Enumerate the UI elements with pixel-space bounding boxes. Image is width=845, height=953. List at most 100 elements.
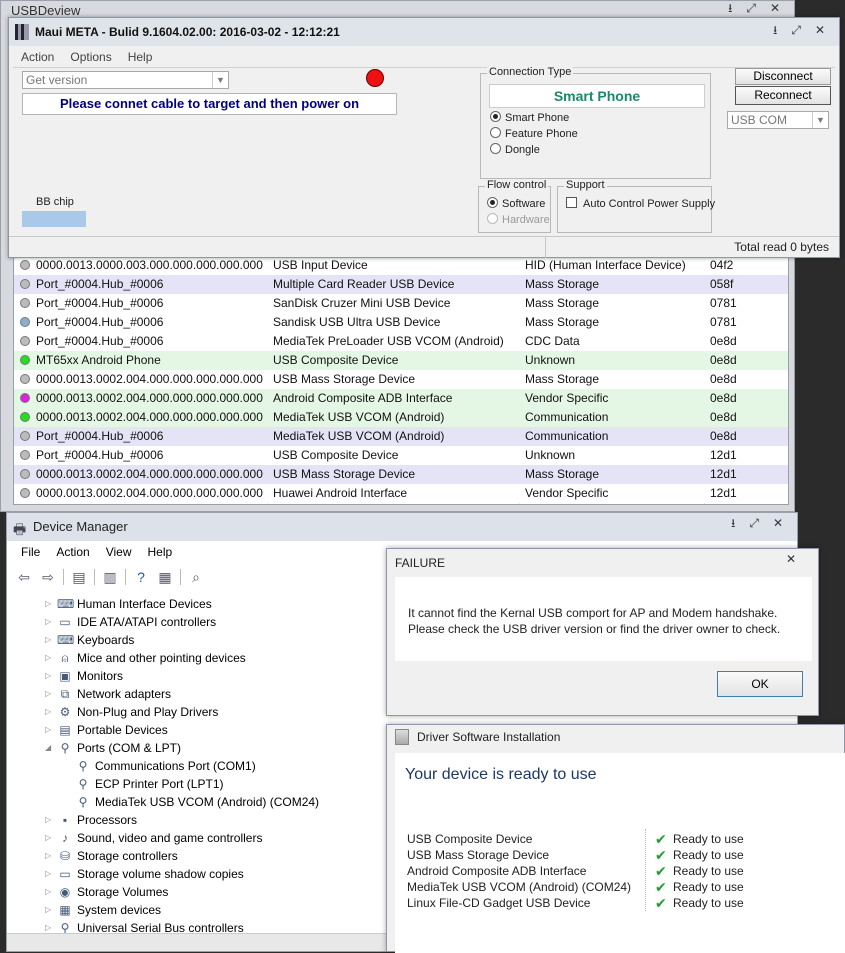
device-manager-icon: 🖶 <box>13 521 27 537</box>
checkmark-icon: ✔ <box>655 895 667 911</box>
expand-arrow-icon[interactable]: ▷ <box>45 811 55 829</box>
device-category-icon: ▦ <box>59 903 71 917</box>
expand-arrow-icon[interactable]: ▷ <box>45 613 55 631</box>
table-cell: Unknown <box>525 353 576 367</box>
table-row[interactable]: Port_#0004.Hub_#0006 USB Composite Device… <box>14 446 788 465</box>
restore-icon[interactable]: ⤢ <box>791 23 801 37</box>
expand-arrow-icon[interactable]: ▷ <box>45 847 55 865</box>
minimize-icon[interactable]: ⭳ <box>773 23 777 37</box>
expand-arrow-icon[interactable]: ▷ <box>45 595 55 613</box>
help-icon[interactable]: ? <box>132 569 150 585</box>
menu-view[interactable]: View <box>106 543 132 561</box>
status-dot-icon <box>20 450 30 460</box>
table-cell: Port_#0004.Hub_#0006 <box>36 277 164 291</box>
table-cell: Mass Storage <box>525 467 600 481</box>
expand-arrow-icon[interactable]: ▷ <box>45 649 55 667</box>
devmgr-title: Device Manager <box>33 519 128 534</box>
table-row[interactable]: 0000.0013.0002.004.000.000.000.000.000 US… <box>14 370 788 389</box>
auto-power-checkbox[interactable]: Auto Control Power Supply <box>566 197 715 210</box>
reconnect-button[interactable]: Reconnect <box>735 86 831 105</box>
maui-statusbar: Total read 0 bytes <box>9 236 839 258</box>
minimize-icon[interactable]: ⭳ <box>728 1 732 15</box>
table-row[interactable]: 0000.0013.0002.004.000.000.000.000.000 Me… <box>14 408 788 427</box>
menu-help[interactable]: Help <box>128 48 153 66</box>
device-category-icon: ▭ <box>59 867 71 881</box>
device-tree[interactable]: ▷ ⌨ Human Interface Devices ▷ ▭ IDE ATA/ATAPI… <box>11 593 391 939</box>
radio-smart-phone[interactable]: Smart Phone <box>490 111 569 124</box>
table-cell: 04f2 <box>710 258 734 272</box>
ok-button[interactable]: OK <box>717 671 803 697</box>
table-row[interactable]: 0000.0013.0002.004.000.000.000.000.000 An… <box>14 389 788 408</box>
expand-arrow-icon[interactable]: ▷ <box>45 829 55 847</box>
disconnect-button[interactable]: Disconnect <box>735 68 831 85</box>
checkmark-icon: ✔ <box>655 831 667 847</box>
scan-hardware-icon[interactable]: ⌕ <box>187 569 205 585</box>
device-category-icon: ⚙ <box>59 705 71 719</box>
back-arrow-icon[interactable]: ⇦ <box>15 569 33 585</box>
table-row[interactable]: Port_#0004.Hub_#0006 SanDisk Cruzer Mini … <box>14 294 788 313</box>
checkbox-icon <box>566 197 577 208</box>
expand-arrow-icon[interactable]: ▷ <box>45 865 55 883</box>
device-category-icon: ♪ <box>62 831 68 845</box>
radio-feature-phone[interactable]: Feature Phone <box>490 127 578 140</box>
support-legend: Support <box>564 179 607 191</box>
close-icon[interactable]: ✕ <box>786 552 796 566</box>
expand-arrow-icon[interactable]: ▷ <box>45 721 55 739</box>
table-row[interactable]: Port_#0004.Hub_#0006 Multiple Card Reader… <box>14 275 788 294</box>
table-cell: USB Composite Device <box>273 353 399 367</box>
expand-arrow-icon[interactable]: ▷ <box>45 631 55 649</box>
table-row[interactable]: Port_#0004.Hub_#0006 MediaTek USB VCOM (A… <box>14 427 788 446</box>
table-row[interactable]: Port_#0004.Hub_#0006 MediaTek PreLoader U… <box>14 332 788 351</box>
device-category-icon: ▪ <box>62 813 68 827</box>
menu-action[interactable]: Action <box>56 543 89 561</box>
tree-item-label: System devices <box>77 903 162 917</box>
table-cell: Mass Storage <box>525 372 600 386</box>
connection-type-group: Connection Type Smart Phone Smart Phone … <box>480 66 711 179</box>
expand-arrow-icon[interactable]: ▷ <box>45 703 55 721</box>
table-row[interactable]: Port_#0004.Hub_#0006 Sandisk USB Ultra US… <box>14 313 788 332</box>
tree-item-label: IDE ATA/ATAPI controllers <box>77 615 217 629</box>
failure-message-line1: It cannot find the Kernal USB comport fo… <box>408 606 778 620</box>
table-cell: Communication <box>525 410 609 424</box>
device-category-icon: ▣ <box>59 669 71 683</box>
restore-icon[interactable]: ⤢ <box>746 1 756 15</box>
table-row[interactable]: 0000.0013.0002.004.000.000.000.000.000 US… <box>14 465 788 484</box>
properties-icon[interactable]: ▥ <box>101 569 119 585</box>
show-hide-tree-icon[interactable]: ▤ <box>70 569 88 585</box>
radio-software[interactable]: Software <box>487 197 545 210</box>
table-row[interactable]: 0000.0013.0002.004.000.000.000.000.000 Hu… <box>14 484 788 503</box>
menu-file[interactable]: File <box>21 543 40 561</box>
close-icon[interactable]: ✕ <box>815 23 825 37</box>
radio-dongle[interactable]: Dongle <box>490 143 540 156</box>
table-cell: Port_#0004.Hub_#0006 <box>36 448 164 462</box>
table-cell: CDC Data <box>525 334 580 348</box>
menu-options[interactable]: Options <box>70 48 111 66</box>
get-version-select[interactable]: Get version ▼ <box>22 71 229 89</box>
status-dot-icon <box>20 412 30 422</box>
table-row[interactable]: 0000.0013.0000.003.000.000.000.000.000 US… <box>14 258 788 275</box>
close-icon[interactable]: ✕ <box>770 1 780 15</box>
table-cell: Multiple Card Reader USB Device <box>273 277 455 291</box>
view-icon[interactable]: ▦ <box>156 569 174 585</box>
tree-item-label: Network adapters <box>77 687 172 701</box>
horizontal-scrollbar[interactable] <box>7 933 393 951</box>
table-cell: 0e8d <box>710 429 737 443</box>
expand-arrow-icon[interactable]: ▷ <box>45 883 55 901</box>
minimize-icon[interactable]: ⭳ <box>731 516 735 530</box>
port-select[interactable]: USB COM ▼ <box>727 111 829 129</box>
device-category-icon: ▤ <box>59 723 71 737</box>
restore-icon[interactable]: ⤢ <box>749 516 759 530</box>
forward-arrow-icon[interactable]: ⇨ <box>39 569 57 585</box>
usb-device-list[interactable]: 0000.0013.0000.003.000.000.000.000.000 US… <box>13 257 789 505</box>
device-category-icon: ⛁ <box>59 849 71 863</box>
table-row[interactable]: MT65xx Android Phone USB Composite Device… <box>14 351 788 370</box>
expand-arrow-icon[interactable]: ◢ <box>45 739 55 757</box>
menu-help[interactable]: Help <box>148 543 173 561</box>
expand-arrow-icon[interactable]: ▷ <box>45 685 55 703</box>
menu-action[interactable]: Action <box>21 48 54 66</box>
selected-connection-type: Smart Phone <box>489 84 705 108</box>
expand-arrow-icon[interactable]: ▷ <box>45 901 55 919</box>
table-cell: 0000.0013.0002.004.000.000.000.000.000 <box>36 467 263 481</box>
close-icon[interactable]: ✕ <box>773 516 783 530</box>
expand-arrow-icon[interactable]: ▷ <box>45 667 55 685</box>
